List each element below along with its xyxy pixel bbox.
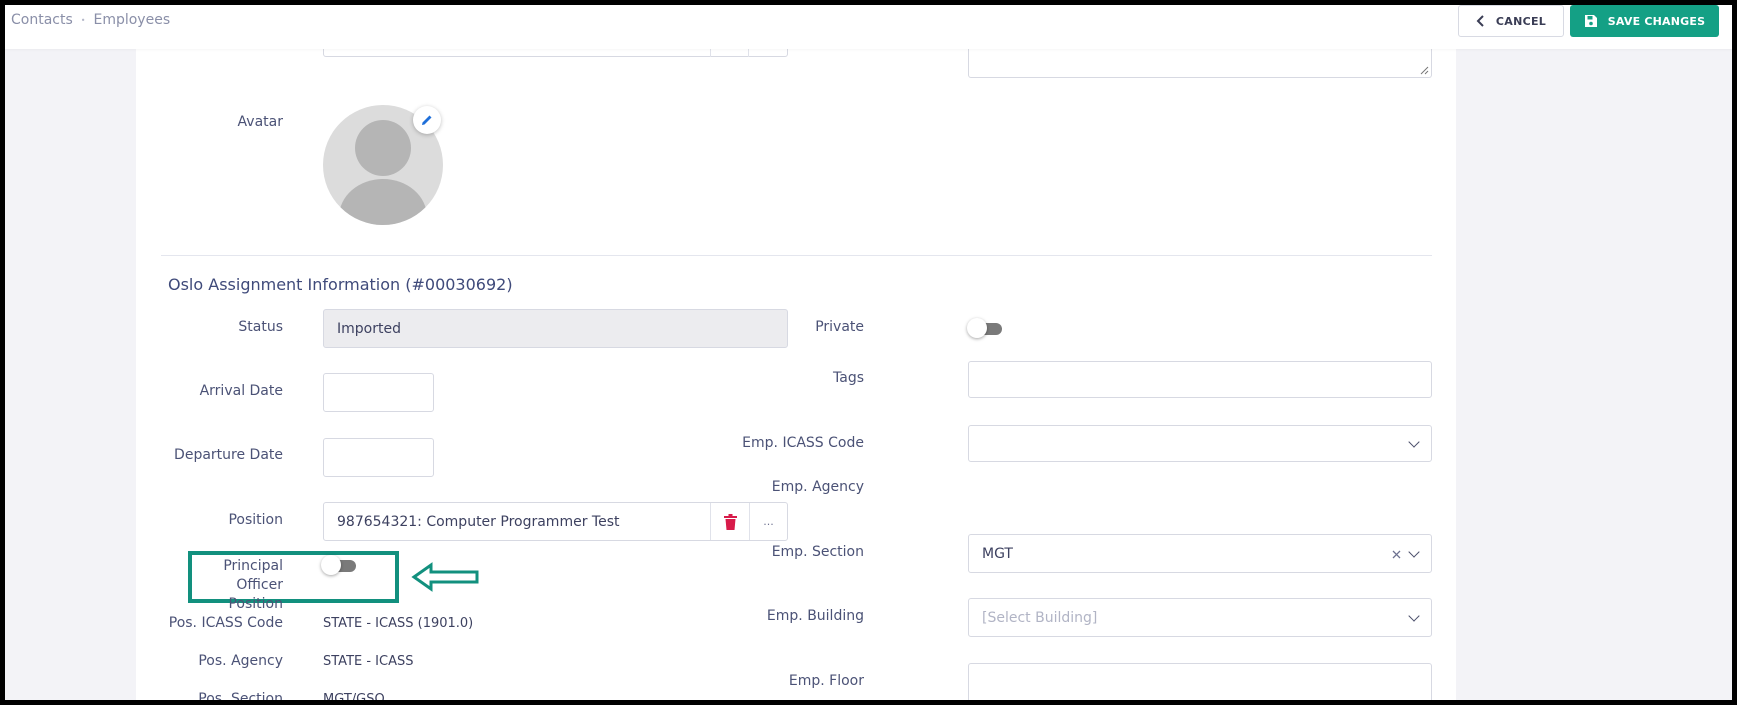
breadcrumb-employees[interactable]: Employees [93, 12, 170, 28]
pos-icass-code-value: STATE - ICASS (1901.0) [323, 616, 474, 631]
toggle-knob [967, 318, 987, 338]
departure-date-label: Departure Date [174, 447, 283, 463]
emp-building-select[interactable]: [Select Building] [968, 598, 1432, 637]
tags-label: Tags [833, 370, 864, 386]
status-value: Imported [337, 320, 401, 337]
cancel-button[interactable]: CANCEL [1458, 5, 1564, 37]
chevron-down-icon [1408, 610, 1420, 622]
emp-icass-code-label: Emp. ICASS Code [742, 435, 864, 451]
save-changes-button[interactable]: SAVE CHANGES [1570, 5, 1719, 37]
departure-date-input[interactable] [323, 438, 434, 477]
tags-input[interactable] [968, 361, 1432, 398]
chevron-left-icon [1476, 15, 1484, 27]
status-label: Status [238, 319, 283, 335]
private-toggle[interactable] [967, 318, 1002, 338]
position-more-button[interactable]: ... [749, 503, 787, 540]
save-icon [1584, 15, 1597, 27]
save-label: SAVE CHANGES [1607, 14, 1706, 28]
arrival-date-input[interactable] [323, 373, 434, 412]
resize-handle-icon [1420, 66, 1429, 75]
avatar-label: Avatar [237, 114, 283, 130]
emp-section-label: Emp. Section [771, 544, 864, 560]
section-title: Oslo Assignment Information (#00030692) [168, 275, 513, 294]
breadcrumb: Contacts • Employees [11, 12, 170, 28]
emp-agency-label: Emp. Agency [771, 479, 864, 495]
emp-section-value: MGT [982, 545, 1013, 562]
arrow-left-icon [411, 562, 479, 592]
cancel-label: CANCEL [1495, 14, 1547, 28]
chevron-down-icon [1408, 436, 1420, 448]
breadcrumb-contacts[interactable]: Contacts [11, 12, 73, 28]
pos-icass-code-label: Pos. ICASS Code [168, 615, 283, 631]
status-field: Imported [323, 309, 788, 348]
clear-icon[interactable] [1392, 550, 1401, 559]
position-delete-button[interactable] [710, 503, 749, 540]
emp-building-placeholder: [Select Building] [982, 609, 1098, 626]
pencil-icon [422, 115, 432, 125]
emp-section-select[interactable]: MGT [968, 534, 1432, 573]
arrival-date-label: Arrival Date [199, 383, 283, 399]
pos-agency-value: STATE - ICASS [323, 654, 414, 669]
pos-section-label: Pos. Section [198, 691, 283, 705]
emp-floor-input[interactable] [968, 663, 1432, 705]
position-value: 987654321: Computer Programmer Test [337, 513, 620, 530]
top-bar: Contacts • Employees CANCEL SAVE CHANGES [5, 5, 1732, 49]
section-divider [161, 255, 1432, 256]
pos-agency-label: Pos. Agency [198, 653, 283, 669]
chevron-down-icon [1408, 546, 1420, 558]
emp-icass-code-select[interactable] [968, 425, 1432, 462]
trash-icon [723, 513, 737, 530]
toggle-knob [321, 555, 341, 575]
emp-building-label: Emp. Building [766, 608, 864, 624]
private-label: Private [815, 319, 864, 335]
position-field[interactable]: 987654321: Computer Programmer Test ... [323, 502, 788, 541]
position-label: Position [228, 512, 283, 528]
emp-floor-label: Emp. Floor [788, 673, 864, 689]
pos-section-value: MGT/GSO [323, 692, 385, 705]
principal-officer-label: Principal Officer Position [223, 558, 283, 612]
breadcrumb-separator: • [80, 15, 86, 25]
principal-officer-toggle[interactable] [321, 555, 356, 575]
position-more-label: ... [763, 515, 774, 528]
employee-form-card: Avatar Oslo Assignment Information (#000… [136, 39, 1456, 705]
avatar-edit-button[interactable] [413, 106, 441, 134]
